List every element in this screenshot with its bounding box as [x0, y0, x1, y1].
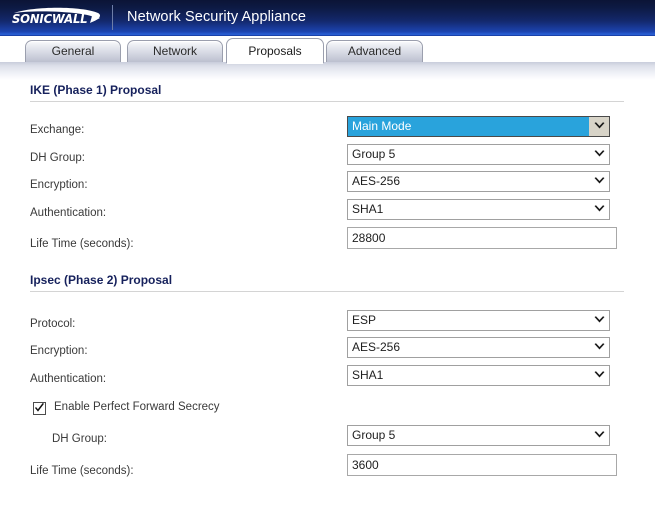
tab-strip-shadow [0, 62, 655, 80]
section-heading-phase1: IKE (Phase 1) Proposal [30, 83, 162, 97]
section-rule-phase1 [30, 101, 624, 102]
select-p2-dh-group[interactable]: Group 5 [347, 425, 610, 446]
chevron-down-icon [590, 117, 609, 136]
select-p2-authentication-value: SHA1 [352, 368, 384, 382]
label-p2-dh-group: DH Group: [52, 433, 107, 445]
chevron-down-icon [590, 200, 609, 219]
checkbox-pfs[interactable] [33, 402, 46, 415]
select-p2-dh-group-value: Group 5 [352, 428, 396, 442]
label-p2-authentication: Authentication: [30, 373, 107, 385]
label-p2-protocol: Protocol: [30, 318, 76, 330]
label-p1-dh-group: DH Group: [30, 152, 85, 164]
app-title: Network Security Appliance [127, 9, 307, 25]
chevron-down-icon [590, 172, 609, 191]
form-body: IKE (Phase 1) Proposal Exchange: Main Mo… [0, 83, 655, 525]
label-p2-life-time: Life Time (seconds): [30, 465, 134, 477]
label-p1-authentication: Authentication: [30, 207, 107, 219]
label-p1-encryption: Encryption: [30, 179, 88, 191]
select-p2-authentication[interactable]: SHA1 [347, 365, 610, 386]
select-p1-dh-group-value: Group 5 [352, 147, 396, 161]
sonicwall-logo: SONICWALL [12, 6, 104, 30]
tab-network[interactable]: Network [127, 40, 223, 63]
chevron-down-icon [590, 366, 609, 385]
select-p1-exchange-value: Main Mode [348, 117, 589, 136]
select-p2-protocol-value: ESP [352, 313, 377, 327]
tab-proposals-joint [227, 61, 323, 64]
select-p2-encryption-value: AES-256 [352, 340, 401, 354]
select-p2-encryption[interactable]: AES-256 [347, 337, 610, 358]
label-p1-exchange: Exchange: [30, 124, 85, 136]
label-p2-encryption: Encryption: [30, 345, 88, 357]
select-p1-dh-group[interactable]: Group 5 [347, 144, 610, 165]
input-p1-life-time[interactable]: 28800 [347, 227, 617, 249]
chevron-down-icon [590, 311, 609, 330]
select-p1-encryption-value: AES-256 [352, 174, 401, 188]
select-p1-exchange[interactable]: Main Mode [347, 116, 610, 137]
select-p1-authentication-value: SHA1 [352, 202, 384, 216]
header-divider [112, 5, 113, 30]
section-rule-phase2 [30, 291, 624, 292]
select-p2-protocol[interactable]: ESP [347, 310, 610, 331]
sonicwall-logo-text: SONICWALL [12, 11, 88, 26]
select-p1-encryption[interactable]: AES-256 [347, 171, 610, 192]
select-p1-authentication[interactable]: SHA1 [347, 199, 610, 220]
input-p2-life-time[interactable]: 3600 [347, 454, 617, 476]
app-header: SONICWALL Network Security Appliance [0, 0, 655, 36]
section-heading-phase2: Ipsec (Phase 2) Proposal [30, 273, 173, 287]
chevron-down-icon [590, 145, 609, 164]
tab-proposals[interactable]: Proposals [226, 38, 324, 63]
chevron-down-icon [590, 338, 609, 357]
label-p1-life-time: Life Time (seconds): [30, 238, 134, 250]
tab-strip: General Network Proposals Advanced [0, 36, 655, 83]
tab-advanced[interactable]: Advanced [326, 40, 423, 63]
checkbox-pfs-label: Enable Perfect Forward Secrecy [54, 401, 220, 413]
tab-general[interactable]: General [25, 40, 121, 63]
chevron-down-icon [590, 426, 609, 445]
